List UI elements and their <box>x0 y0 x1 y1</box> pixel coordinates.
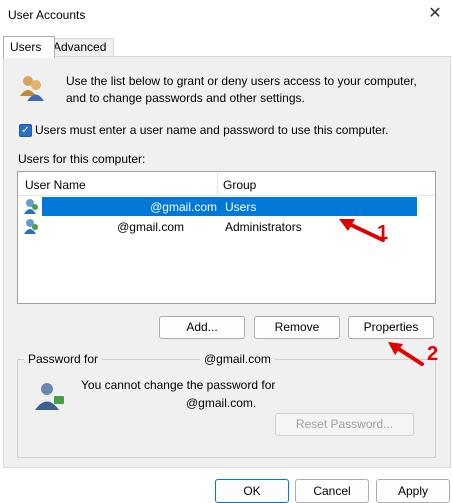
user-group-cell: Administrators <box>225 220 302 234</box>
column-separator[interactable] <box>217 172 218 195</box>
ok-button[interactable]: OK <box>215 479 289 503</box>
password-info-line1: You cannot change the password for <box>81 378 276 392</box>
intro-text: Use the list below to grant or deny user… <box>66 74 417 105</box>
remove-user-button[interactable]: Remove <box>254 316 340 339</box>
user-name-cell: @gmail.com <box>117 220 184 234</box>
tab-advanced[interactable]: Advanced <box>46 38 114 56</box>
password-group-user: @gmail.com <box>200 352 275 366</box>
user-name-cell: @gmail.com <box>150 200 217 214</box>
window-title: User Accounts <box>8 8 86 22</box>
column-group[interactable]: Group <box>223 178 256 192</box>
user-password-icon <box>35 383 64 410</box>
cancel-button[interactable]: Cancel <box>295 479 369 503</box>
tab-users[interactable]: Users <box>3 36 55 58</box>
user-icon <box>24 199 38 214</box>
close-icon[interactable]: ✕ <box>425 4 445 24</box>
users-icon <box>20 76 44 101</box>
column-user-name[interactable]: User Name <box>25 178 86 192</box>
reset-password-button[interactable]: Reset Password... <box>275 413 414 436</box>
require-login-checkbox[interactable]: ✓ <box>19 124 32 137</box>
title-bar: User Accounts ✕ <box>0 0 453 30</box>
password-info-line2: @gmail.com. <box>186 396 257 410</box>
user-icon <box>24 219 38 234</box>
require-login-label[interactable]: Users must enter a user name and passwor… <box>35 123 389 137</box>
apply-button[interactable]: Apply <box>376 479 450 503</box>
users-section-label: Users for this computer: <box>18 152 146 166</box>
password-group-legend: Password for <box>24 352 103 366</box>
annotation-number-2: 2 <box>427 343 439 365</box>
add-user-button[interactable]: Add... <box>159 316 245 339</box>
list-header: User Name Group <box>18 172 435 196</box>
annotation-number-1: 1 <box>377 222 389 244</box>
user-group-cell: Users <box>225 200 257 214</box>
